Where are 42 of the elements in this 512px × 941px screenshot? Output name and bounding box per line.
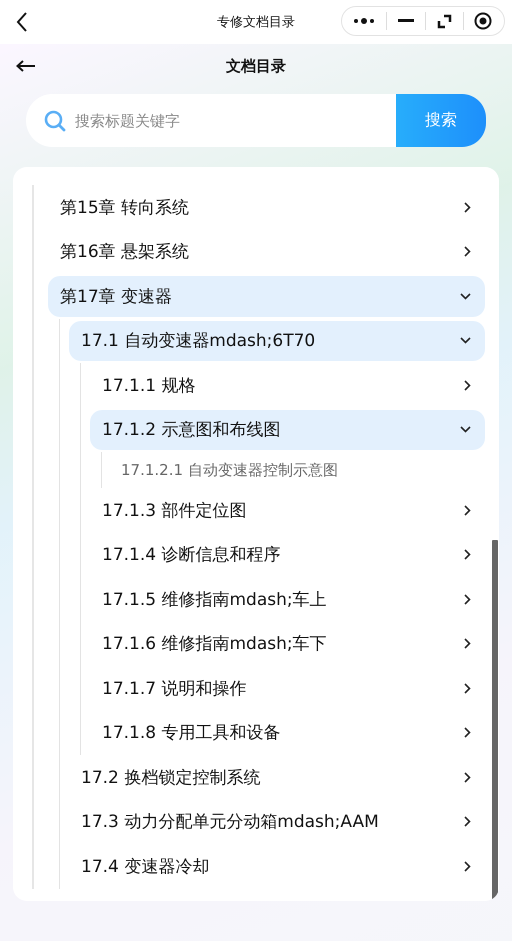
chevron-right-icon xyxy=(464,504,471,516)
tree-item[interactable]: 17.1.8 专用工具和设备 xyxy=(90,712,485,753)
chevron-right-icon xyxy=(464,772,471,783)
scrollbar[interactable] xyxy=(492,540,498,901)
tree-item[interactable]: 17.2 换档锁定控制系统 xyxy=(69,757,485,798)
search-icon xyxy=(44,110,66,132)
tree-item[interactable]: 第16章 悬架系统 xyxy=(48,232,485,272)
tree-item[interactable]: 17.3 动力分配单元分动箱mdash;AAM xyxy=(69,802,485,842)
chevron-right-icon xyxy=(464,549,471,560)
chevron-right-icon xyxy=(464,202,471,213)
chevron-down-icon xyxy=(460,426,471,434)
page-title: 专修文档目录 xyxy=(216,14,296,31)
tree-item[interactable]: 17.1.1 规格 xyxy=(90,365,485,406)
tree-item[interactable]: 17.4 变速器冷却 xyxy=(69,846,485,886)
back-arrow-icon[interactable] xyxy=(16,60,36,72)
tree-item[interactable]: 第17章 变速器 xyxy=(48,276,485,316)
tree-item[interactable]: 17.1.6 维修指南mdash;车下 xyxy=(90,624,485,664)
chevron-right-icon xyxy=(464,727,471,738)
chevron-right-icon xyxy=(464,380,471,391)
tree-item[interactable]: 17.1.5 维修指南mdash;车上 xyxy=(90,579,485,620)
tree-item[interactable]: 17.1.7 说明和操作 xyxy=(90,668,485,708)
back-icon[interactable] xyxy=(16,12,28,32)
chevron-right-icon xyxy=(464,860,471,872)
chevron-right-icon xyxy=(464,246,471,258)
tree-item[interactable]: 第15章 转向系统 xyxy=(48,187,485,228)
tree-item[interactable]: 17.1 自动变速器mdash;6T70 xyxy=(69,320,485,361)
chevron-right-icon xyxy=(464,682,471,694)
tree-item[interactable]: 17.1.2.1 自动变速器控制示意图 xyxy=(111,452,485,488)
tree-item[interactable]: 17.1.4 诊断信息和程序 xyxy=(90,534,485,575)
chevron-right-icon xyxy=(464,816,471,828)
restore-icon[interactable] xyxy=(436,14,452,28)
tree-item[interactable]: 17.1.3 部件定位图 xyxy=(90,490,485,530)
chevron-right-icon xyxy=(464,594,471,605)
more-icon[interactable] xyxy=(353,17,376,25)
close-icon[interactable] xyxy=(474,12,492,30)
search-field[interactable]: 搜索标题关键字 xyxy=(26,94,396,147)
header-title: 文档目录 xyxy=(225,56,287,76)
chevron-down-icon xyxy=(460,292,471,300)
chevron-down-icon xyxy=(460,337,471,344)
tree-item[interactable]: 17.1.2 示意图和布线图 xyxy=(90,410,485,450)
chevron-right-icon xyxy=(464,638,471,650)
minimize-icon[interactable] xyxy=(398,19,414,23)
